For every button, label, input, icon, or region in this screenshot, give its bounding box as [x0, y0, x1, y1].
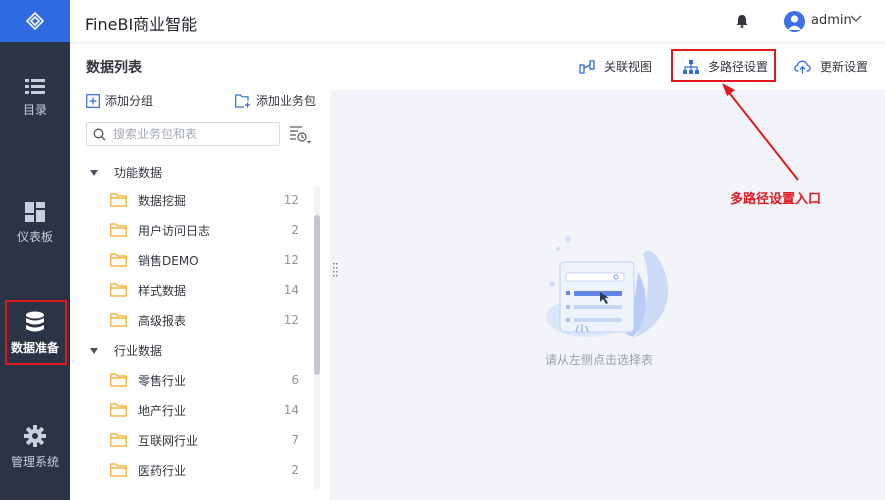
- package-count: 2: [291, 463, 299, 477]
- user-name[interactable]: admin: [811, 13, 852, 28]
- dashboard-icon: [25, 201, 45, 222]
- package-item[interactable]: 用户访问日志 2: [110, 215, 300, 245]
- package-item[interactable]: 样式数据 14: [110, 275, 300, 305]
- empty-state-text: 请从左侧点击选择表: [545, 353, 654, 367]
- nav-item-admin[interactable]: 管理系统: [0, 412, 70, 482]
- package-count: 12: [283, 313, 299, 327]
- package-name: 数据挖掘: [138, 193, 187, 208]
- folder-icon: [110, 193, 127, 207]
- nav-label-dashboard: 仪表板: [16, 229, 53, 244]
- caret-down-icon: [90, 347, 98, 354]
- search-icon: [93, 128, 106, 141]
- add-folder-icon: [235, 93, 250, 108]
- package-name: 样式数据: [138, 283, 187, 298]
- folder-icon: [110, 313, 127, 327]
- update-settings-button[interactable]: 更新设置: [794, 58, 868, 75]
- top-header: FineBI商业智能 admin: [70, 0, 885, 43]
- package-count: 12: [283, 193, 299, 207]
- logo[interactable]: [0, 0, 70, 42]
- package-name: 地产行业: [138, 403, 187, 418]
- resize-handle-icon[interactable]: [333, 263, 338, 277]
- update-settings-label: 更新设置: [820, 60, 869, 74]
- package-name: 高级报表: [138, 313, 187, 328]
- package-count: 14: [283, 403, 299, 417]
- group-label: 功能数据: [114, 166, 163, 180]
- nav-item-catalog[interactable]: 目录: [0, 63, 70, 133]
- group-functional-data[interactable]: 功能数据: [90, 164, 162, 181]
- package-item[interactable]: 地产行业 14: [110, 395, 300, 425]
- folder-icon: [110, 223, 127, 237]
- related-view-label: 关联视图: [604, 60, 653, 74]
- chevron-down-icon[interactable]: [850, 15, 862, 23]
- package-count: 14: [283, 283, 299, 297]
- folder-icon: [110, 433, 127, 447]
- package-item[interactable]: 数据挖掘 12: [110, 185, 300, 215]
- package-item[interactable]: 互联网行业 7: [110, 425, 300, 455]
- caret-down-icon: [90, 169, 98, 176]
- add-group-icon: [86, 93, 100, 108]
- nav-item-dashboard[interactable]: 仪表板: [0, 188, 70, 258]
- group-label: 行业数据: [114, 344, 163, 358]
- package-count: 2: [291, 223, 299, 237]
- logo-icon: [25, 11, 45, 31]
- folder-icon: [110, 373, 127, 387]
- package-item[interactable]: 高级报表 12: [110, 305, 300, 335]
- nav-label-catalog: 目录: [22, 102, 47, 117]
- app-title: FineBI商业智能: [85, 15, 198, 34]
- cloud-update-icon: [794, 60, 811, 73]
- left-nav: 目录 仪表板 数据准备 管理系统: [0, 0, 70, 500]
- search-box: [86, 122, 280, 146]
- annotation-highlight-nav: [5, 300, 67, 365]
- package-item[interactable]: 医药行业 2: [110, 455, 300, 485]
- gear-icon: [24, 424, 46, 447]
- package-item[interactable]: 零售行业 6: [110, 365, 300, 395]
- package-name: 零售行业: [138, 373, 187, 388]
- bell-icon[interactable]: [736, 14, 748, 28]
- folder-icon: [110, 283, 127, 297]
- list-icon: [25, 78, 45, 94]
- folder-icon: [110, 253, 127, 267]
- package-item[interactable]: 销售DEMO 12: [110, 245, 300, 275]
- nav-label-admin: 管理系统: [10, 454, 59, 469]
- search-input[interactable]: [113, 126, 273, 142]
- sort-filter-icon[interactable]: [290, 126, 312, 144]
- scrollbar-thumb[interactable]: [314, 215, 320, 375]
- data-list-title: 数据列表: [86, 60, 142, 76]
- group-industry-data[interactable]: 行业数据: [90, 342, 162, 359]
- add-group-button[interactable]: 添加分组: [86, 92, 153, 109]
- package-count: 7: [291, 433, 299, 447]
- avatar[interactable]: [784, 11, 805, 32]
- add-package-label: 添加业务包: [256, 94, 317, 108]
- package-count: 12: [283, 253, 299, 267]
- package-name: 销售DEMO: [138, 253, 199, 268]
- package-count: 6: [291, 373, 299, 387]
- empty-state-illustration: [546, 236, 669, 337]
- package-name: 用户访问日志: [138, 223, 211, 238]
- package-name: 医药行业: [138, 463, 187, 478]
- package-name: 互联网行业: [138, 433, 199, 448]
- user-icon: [787, 15, 802, 30]
- related-view-button[interactable]: 关联视图: [579, 58, 652, 75]
- folder-icon: [110, 403, 127, 417]
- add-package-button[interactable]: 添加业务包: [235, 92, 316, 109]
- annotation-highlight-toolbar: [671, 49, 776, 82]
- add-group-label: 添加分组: [105, 94, 154, 108]
- folder-icon: [110, 463, 127, 477]
- related-view-icon: [579, 59, 595, 74]
- annotation-label: 多路径设置入口: [730, 192, 822, 207]
